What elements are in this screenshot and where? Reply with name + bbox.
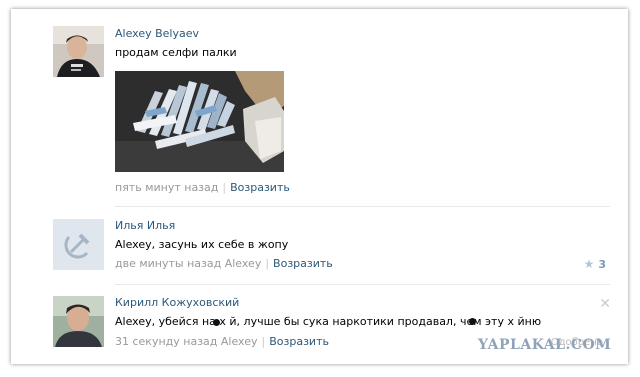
censor-blot: [469, 318, 476, 325]
reply-to[interactable]: Alexey: [221, 335, 258, 348]
like-button[interactable]: ★ 3: [584, 257, 606, 271]
censor-blot: [213, 319, 220, 326]
comment-text: Alexey, убейся на х й, лучше бы сука нар…: [115, 315, 542, 328]
timestamp[interactable]: 31 секунду назад: [115, 335, 217, 348]
reply-link[interactable]: Возразить: [230, 181, 290, 194]
separator: |: [265, 257, 270, 270]
avatar[interactable]: [53, 26, 104, 77]
author-name[interactable]: Кирилл Кожуховский: [115, 296, 239, 309]
comments-panel: Alexey Belyaev продам селфи палки пять м…: [11, 9, 628, 364]
author-name[interactable]: Илья Илья: [115, 219, 175, 232]
attached-photo[interactable]: [115, 71, 284, 172]
separator: |: [261, 335, 266, 348]
star-icon: ★: [583, 257, 595, 271]
watermark: YAPLAKAL.COM: [478, 337, 612, 353]
comment-2: Илья Илья Alexey, засунь их себе в жопу …: [11, 207, 628, 287]
reply-link[interactable]: Возразить: [273, 257, 333, 270]
timestamp[interactable]: две минуты назад: [115, 257, 221, 270]
close-icon[interactable]: ✕: [599, 296, 611, 312]
comment-meta: пять минут назад | Возразить: [115, 181, 290, 194]
author-name[interactable]: Alexey Belyaev: [115, 27, 199, 40]
like-count: 3: [598, 258, 606, 271]
avatar[interactable]: [53, 296, 104, 347]
comment-text: продам селфи палки: [115, 46, 237, 59]
comment-1: Alexey Belyaev продам селфи палки пять м…: [11, 9, 628, 209]
reply-to[interactable]: Alexey: [225, 257, 262, 270]
reply-link[interactable]: Возразить: [269, 335, 329, 348]
separator: |: [222, 181, 227, 194]
comment-meta: 31 секунду назад Alexey | Возразить: [115, 335, 329, 348]
comment-text: Alexey, засунь их себе в жопу: [115, 238, 289, 251]
avatar[interactable]: [53, 219, 104, 270]
timestamp[interactable]: пять минут назад: [115, 181, 218, 194]
hammer-sickle-icon: [53, 219, 104, 270]
comment-meta: две минуты назад Alexey | Возразить: [115, 257, 333, 270]
